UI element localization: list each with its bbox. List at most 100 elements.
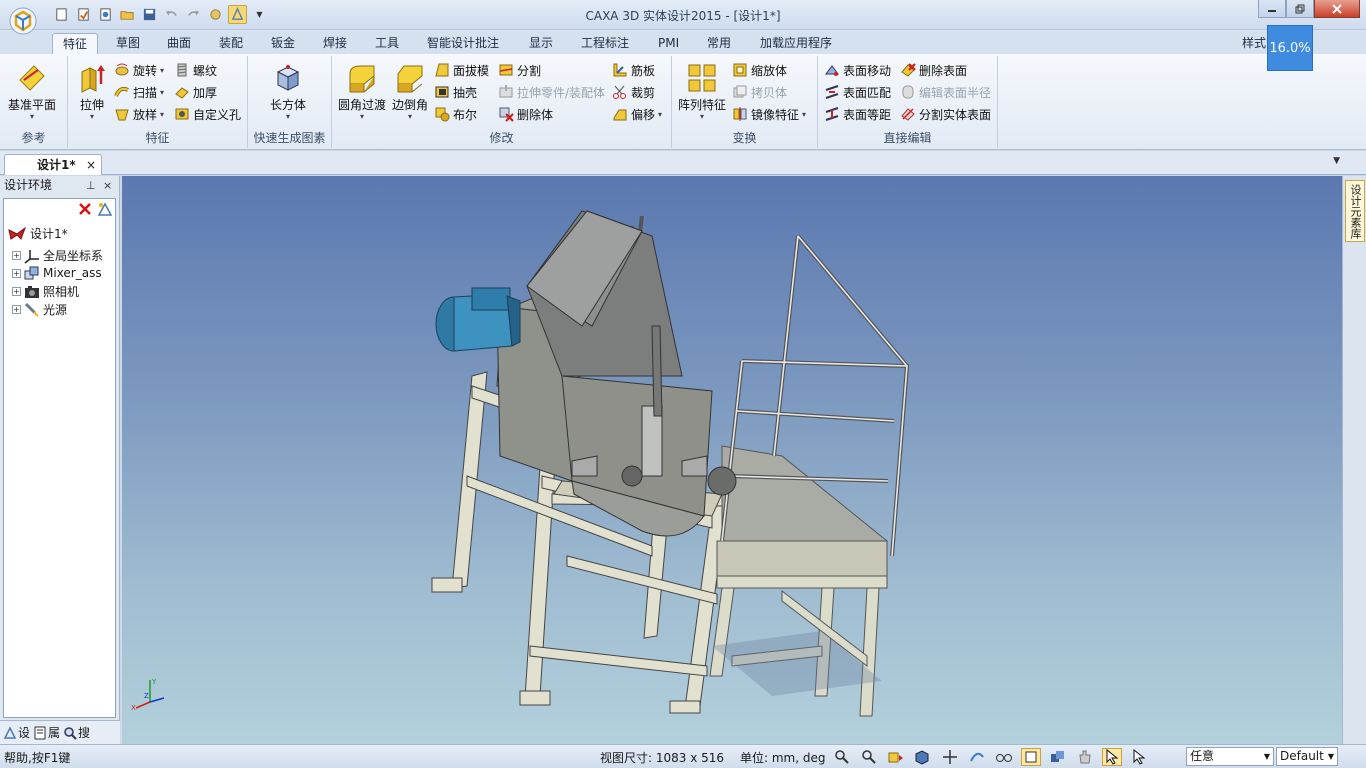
tab-sheet-metal[interactable]: 钣金 [261,33,305,55]
close-tab-icon[interactable]: × [86,155,96,175]
caxa-logo-icon[interactable] [8,6,38,36]
tab-smart-annotation[interactable]: 智能设计批注 [417,33,509,55]
offset-button[interactable]: 偏移 ▾ [612,104,662,124]
tab-properties[interactable]: 属 [33,724,60,741]
style-menu[interactable]: 样式 [1242,34,1266,51]
design-element-library-tab[interactable]: 设计元素库 [1345,180,1365,242]
standard-view-icon[interactable] [913,748,933,766]
expand-icon[interactable]: + [12,268,21,278]
split-solid-face-icon [901,108,915,121]
face-draft-button[interactable]: 面拔模 [434,60,489,80]
camera-view-icon[interactable] [994,748,1014,766]
mirror-feature-button[interactable]: 镜像特征 ▾ [732,104,806,124]
tree-item-label: 光源 [43,303,68,317]
tree-root-design1[interactable]: 设计1* [8,225,68,242]
loft-button[interactable]: 放样 ▾ [114,104,164,124]
document-tab-design1[interactable]: 设计1* × [4,154,102,175]
restore-icon[interactable] [1286,0,1314,18]
expand-icon[interactable]: + [12,287,21,296]
rib-label: 筋板 [631,63,656,78]
sweep-icon [114,86,129,97]
sweep-button[interactable]: 扫描 ▾ [114,82,164,102]
trim-button[interactable]: 裁剪 [612,82,655,102]
tab-weld[interactable]: 焊接 [313,33,357,55]
scale-body-button[interactable]: 缩放体 [732,60,787,80]
thicken-button[interactable]: 加厚 [174,82,217,102]
expand-icon[interactable]: + [12,251,21,260]
thread-button[interactable]: 螺纹 [174,60,217,80]
move-face-button[interactable]: 表面移动 [824,60,891,80]
rib-button[interactable]: 筋板 [612,60,655,80]
tab-engineering-annotation[interactable]: 工程标注 [571,33,639,55]
tab-assembly[interactable]: 装配 [209,33,253,55]
selection-filter-select[interactable]: 任意 ▼ [1186,747,1274,766]
tree-item-light-source[interactable]: + 光源 [12,301,67,318]
tab-feature[interactable]: 特征 [52,33,99,55]
frame-foot [669,700,701,714]
frame-beam [566,555,718,605]
shell-button[interactable]: 抽壳 [434,82,477,102]
tab-addins[interactable]: 加载应用程序 [750,33,842,55]
split-solid-face-button[interactable]: 分割实体表面 [900,104,991,124]
datum-plane-label: 基准平面 [8,98,57,112]
fillet-button[interactable]: 圆角过渡 ▾ [338,62,386,121]
datum-plane-button[interactable]: 基准平面 ▾ [8,62,56,121]
expand-icon[interactable]: + [12,305,21,314]
stretch-part-icon [499,85,513,98]
box-button[interactable]: 长方体 ▾ [270,62,306,121]
zoom-window-icon[interactable] [859,748,879,766]
minimize-icon[interactable] [1258,0,1286,18]
tree-item-global-coords[interactable]: + 全局坐标系 [12,247,103,264]
custom-hole-button[interactable]: 自定义孔 [174,104,241,124]
tab-common[interactable]: 常用 [697,33,741,55]
split-button[interactable]: 分割 [498,60,541,80]
zoom-icon[interactable] [832,748,852,766]
stretch-part-button[interactable]: 拉伸零件/装配体 [498,82,605,102]
tab-search[interactable]: 搜 [63,724,90,741]
svg-text:X: X [131,704,136,712]
extrude-button[interactable]: 拉伸 ▾ [76,62,108,121]
delete-red-x-icon[interactable] [77,201,93,217]
match-face-button[interactable]: 表面匹配 [824,82,891,102]
chevron-down-icon: ▾ [700,112,705,121]
pointer-icon[interactable] [1129,748,1149,766]
display-style-icon[interactable] [1048,748,1068,766]
orient-view-icon[interactable] [886,748,906,766]
chamfer-button[interactable]: 边倒角 ▾ [392,62,428,121]
smart-annotation-icon[interactable] [97,201,113,217]
copy-body-button[interactable]: 拷贝体 [732,82,787,102]
tab-tools[interactable]: 工具 [365,33,409,55]
tree-item-mixer-ass[interactable]: + Mixer_ass [12,265,102,281]
trim-label: 裁剪 [631,85,656,100]
chevron-down-icon: ▾ [408,112,413,121]
panel-close-icon[interactable]: × [103,176,112,195]
pan-icon[interactable] [940,748,960,766]
tab-sketch[interactable]: 草图 [106,33,150,55]
boolean-label: 布尔 [453,107,478,122]
select-cursor-icon[interactable] [1102,748,1122,766]
tab-surface[interactable]: 曲面 [157,33,201,55]
pattern-button[interactable]: 阵列特征 ▾ [678,62,726,121]
3d-viewport[interactable]: Y Z X [122,176,1342,744]
delete-face-button[interactable]: 删除表面 [900,60,967,80]
boolean-button[interactable]: 布尔 [434,104,477,124]
tree-item-camera[interactable]: + 照相机 [12,283,79,300]
rib-icon [613,63,627,77]
render-style-select[interactable]: Default ▼ [1276,747,1338,766]
hand-tool-icon[interactable] [1075,748,1095,766]
view-toolbar [832,748,1149,766]
delete-body-button[interactable]: 删除体 [498,104,553,124]
platform-leg [859,587,880,717]
tab-design[interactable]: 设 [3,724,30,741]
document-list-dropdown-icon[interactable]: ▼ [1333,156,1340,166]
tab-pmi[interactable]: PMI [648,33,689,55]
close-icon[interactable] [1314,0,1360,18]
platform-floor [721,445,889,542]
revolve-button[interactable]: 旋转 ▾ [114,60,164,80]
render-mode-icon[interactable] [1021,748,1041,766]
offset-face-button[interactable]: 表面等距 [824,104,891,124]
edit-face-radius-button[interactable]: 编辑表面半径 [900,82,991,102]
pin-icon[interactable]: ⊥ [86,176,96,195]
rotate-view-icon[interactable] [967,748,987,766]
tab-display[interactable]: 显示 [519,33,563,55]
